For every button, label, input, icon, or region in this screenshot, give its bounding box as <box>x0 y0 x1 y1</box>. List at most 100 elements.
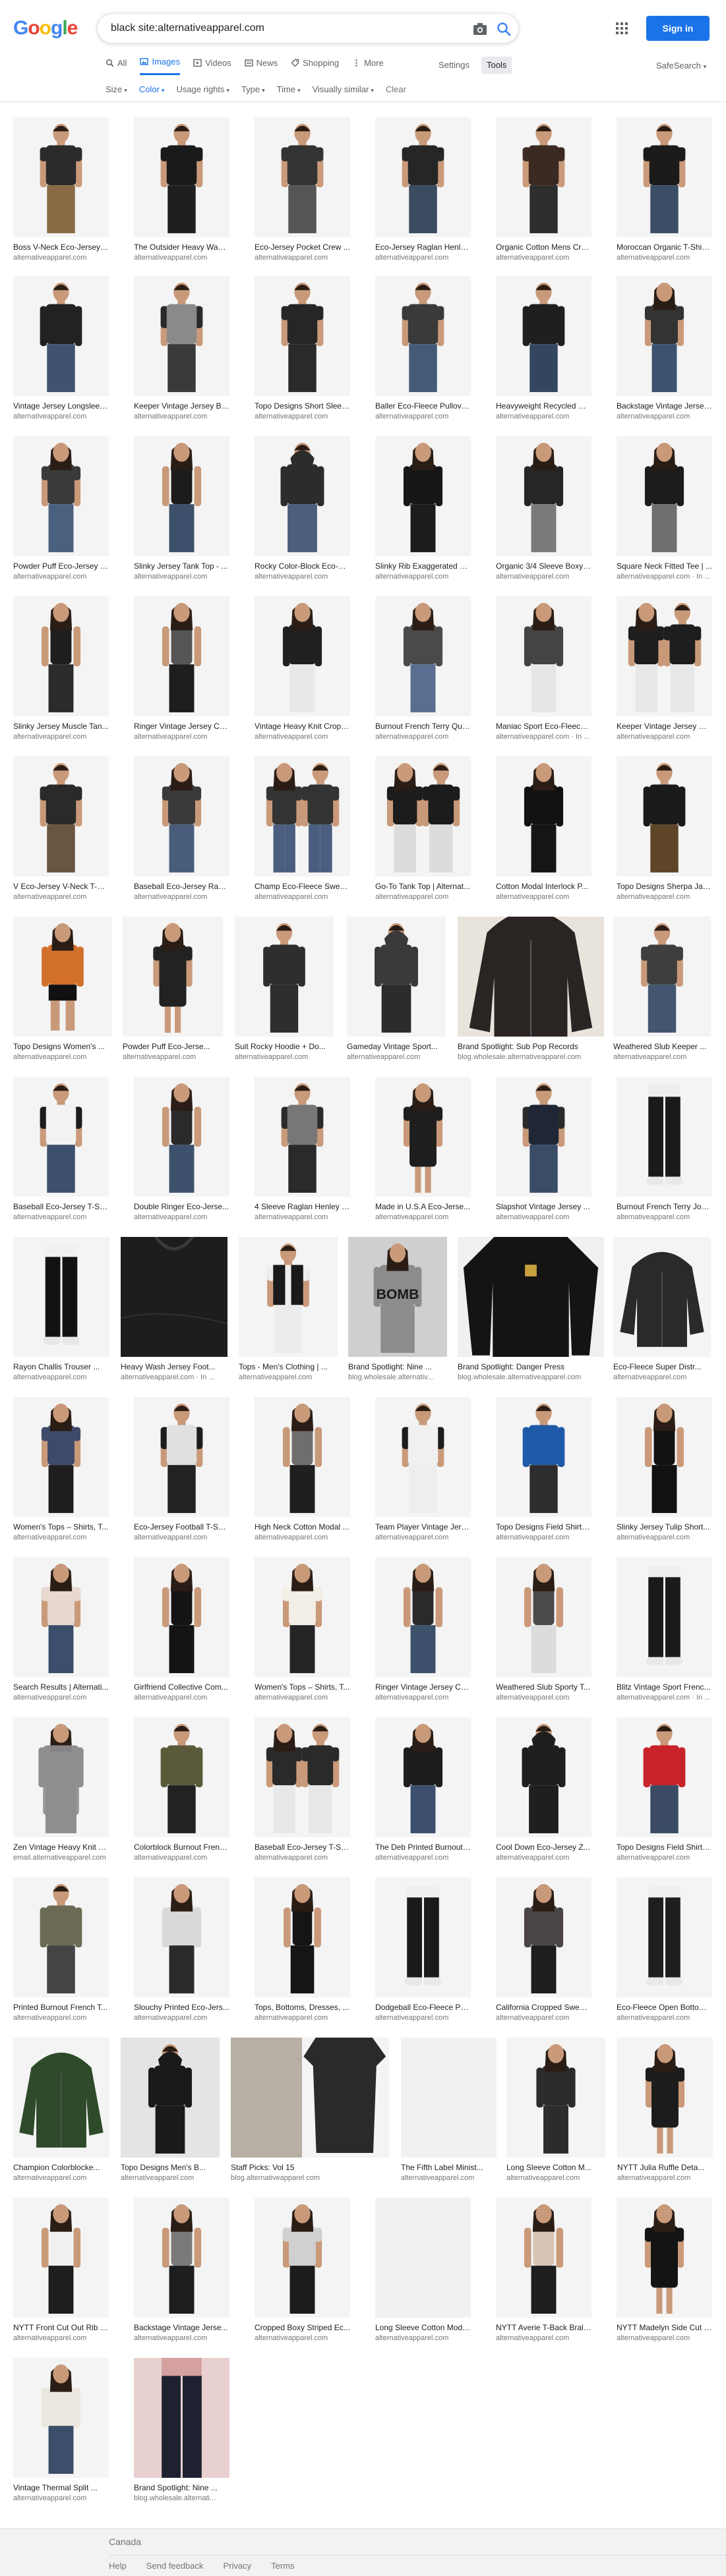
tab-shopping[interactable]: Shopping <box>291 55 339 75</box>
search-input[interactable]: black site:alternativeapparel.com <box>111 22 264 34</box>
google-logo[interactable]: Google <box>13 17 78 40</box>
image-title-link[interactable]: Baseball Eco-Jersey T-Sh... <box>13 1202 109 1211</box>
image-thumbnail[interactable] <box>134 1397 229 1517</box>
image-result[interactable]: Topo Designs Short Sleev... alternativeap… <box>255 276 350 426</box>
image-title-link[interactable]: Dodgeball Eco-Fleece Pa... <box>375 2003 471 2012</box>
image-title-link[interactable]: Baseball Eco-Jersey T-Sh... <box>255 1843 350 1852</box>
image-result[interactable]: Organic Cotton Mens Cre... alternativeapp… <box>496 117 591 268</box>
camera-icon[interactable] <box>472 22 488 36</box>
image-title-link[interactable]: Backstage Vintage Jerse... <box>134 2323 229 2332</box>
image-title-link[interactable]: Women's Tops – Shirts, T... <box>13 1522 109 1531</box>
image-title-link[interactable]: Vintage Heavy Knit Cropp... <box>255 722 350 731</box>
image-title-link[interactable]: Topo Designs Short Sleev... <box>255 401 350 411</box>
image-title-link[interactable]: Eco-Jersey Football T-Shi... <box>134 1522 229 1531</box>
image-thumbnail[interactable] <box>375 1877 471 1997</box>
image-title-link[interactable]: Boss V-Neck Eco-Jersey ... <box>13 243 109 252</box>
image-result[interactable]: Square Neck Fitted Tee | ... alternativea… <box>617 436 712 587</box>
image-title-link[interactable]: Zen Vintage Heavy Knit W... <box>13 1843 109 1852</box>
image-thumbnail[interactable] <box>123 917 223 1037</box>
image-thumbnail[interactable] <box>255 596 350 716</box>
image-thumbnail[interactable] <box>255 276 350 396</box>
image-result[interactable]: Long Sleeve Cotton Moda... alternativeapp… <box>375 2198 471 2348</box>
image-thumbnail[interactable] <box>13 2198 109 2318</box>
image-thumbnail[interactable] <box>13 596 109 716</box>
image-result[interactable]: Ringer Vintage Jersey Ca... alternativeap… <box>134 596 229 747</box>
image-result[interactable]: Slapshot Vintage Jersey ... alternativeap… <box>496 1077 591 1227</box>
tab-videos[interactable]: Videos <box>193 55 231 75</box>
safesearch-toggle[interactable]: SafeSearch ▾ <box>656 61 706 71</box>
image-title-link[interactable]: Topo Designs Women's ... <box>13 1042 112 1051</box>
image-thumbnail[interactable] <box>375 1397 471 1517</box>
image-title-link[interactable]: Brand Spotlight: Danger Press <box>458 1362 604 1371</box>
image-result[interactable]: Powder Puff Eco-Jersey T... alternativeap… <box>13 436 109 587</box>
image-title-link[interactable]: Champ Eco-Fleece Sweat... <box>255 882 350 891</box>
image-thumbnail[interactable] <box>401 2038 497 2158</box>
tab-all[interactable]: All <box>106 55 127 75</box>
image-title-link[interactable]: Slinky Jersey Tank Top - ... <box>134 561 229 571</box>
image-thumbnail[interactable] <box>231 2038 389 2158</box>
image-title-link[interactable]: Eco-Fleece Super Distr... <box>613 1362 711 1371</box>
image-thumbnail[interactable] <box>613 1237 711 1357</box>
image-result[interactable]: BOMB Brand Spotlight: Nine ... blog.wholes… <box>348 1237 447 1387</box>
image-thumbnail[interactable] <box>121 1237 227 1357</box>
image-title-link[interactable]: Weathered Slub Sporty T... <box>496 1682 591 1692</box>
image-title-link[interactable]: Baller Eco-Fleece Pullove... <box>375 401 471 411</box>
image-thumbnail[interactable] <box>13 1397 109 1517</box>
image-result[interactable]: Cool Down Eco-Jersey Z... alternativeappa… <box>496 1717 591 1868</box>
image-thumbnail[interactable] <box>134 1717 229 1837</box>
image-thumbnail[interactable] <box>239 1237 338 1357</box>
image-result[interactable]: Ringer Vintage Jersey Ca... alternativeap… <box>375 1557 471 1707</box>
image-thumbnail[interactable] <box>375 436 471 556</box>
image-thumbnail[interactable] <box>134 757 229 876</box>
image-title-link[interactable]: Brand Spotlight: Nine ... <box>348 1362 447 1371</box>
image-title-link[interactable]: Staff Picks: Vol 15 <box>231 2163 389 2172</box>
image-title-link[interactable]: NYTT Averie T-Back Brale... <box>496 2323 591 2332</box>
image-thumbnail[interactable] <box>255 1397 350 1517</box>
image-title-link[interactable]: Vintage Thermal Split ... <box>13 2483 109 2492</box>
image-result[interactable]: Weathered Slub Keeper ... alternativeappa… <box>613 917 711 1067</box>
image-thumbnail[interactable] <box>13 1717 109 1837</box>
filter-type[interactable]: Type ▾ <box>241 84 265 94</box>
image-title-link[interactable]: Heavy Wash Jersey Foot... <box>121 1362 227 1371</box>
image-result[interactable]: Girlfriend Collective Com... alternativea… <box>134 1557 229 1707</box>
image-title-link[interactable]: Ringer Vintage Jersey Ca... <box>375 1682 471 1692</box>
image-thumbnail[interactable] <box>375 596 471 716</box>
sign-in-button[interactable]: Sign in <box>646 16 710 41</box>
image-result[interactable]: Organic 3/4 Sleeve Boxy ... alternativeap… <box>496 436 591 587</box>
image-title-link[interactable]: Slouchy Printed Eco-Jers... <box>134 2003 229 2012</box>
filter-visually-similar[interactable]: Visually similar ▾ <box>313 84 374 94</box>
image-thumbnail[interactable] <box>496 2198 591 2318</box>
image-thumbnail[interactable] <box>121 2038 220 2158</box>
image-title-link[interactable]: Rayon Challis Trouser ... <box>13 1362 109 1371</box>
image-result[interactable]: Search Results | Alternati... alternative… <box>13 1557 109 1707</box>
image-title-link[interactable]: Printed Burnout French T... <box>13 2003 109 2012</box>
image-result[interactable]: Burnout French Terry Jog... alternativeap… <box>617 1077 712 1227</box>
image-result[interactable]: California Cropped Sweat... alternativeap… <box>496 1877 591 2028</box>
image-title-link[interactable]: Double Ringer Eco-Jerse... <box>134 1202 229 1211</box>
image-thumbnail[interactable] <box>255 757 350 876</box>
image-result[interactable]: Go-To Tank Top | Alternat... alternativea… <box>375 757 471 907</box>
image-result[interactable]: Eco-Jersey Football T-Shi... alternativea… <box>134 1397 229 1547</box>
image-title-link[interactable]: V Eco-Jersey V-Neck T-S... <box>13 882 109 891</box>
image-thumbnail[interactable] <box>255 1557 350 1677</box>
image-title-link[interactable]: Brand Spotlight: Sub Pop Records <box>458 1042 604 1051</box>
image-thumbnail[interactable] <box>13 436 109 556</box>
image-result[interactable]: Brand Spotlight: Nine ... blog.wholesale.… <box>134 2358 229 2508</box>
image-title-link[interactable]: Moroccan Organic T-Shirt... <box>617 243 712 252</box>
image-title-link[interactable]: 4 Sleeve Raglan Henley S... <box>255 1202 350 1211</box>
image-result[interactable]: Keeper Vintage Jersey Ba... alternativeap… <box>134 276 229 426</box>
image-result[interactable]: Topo Designs Women's ... alternativeappar… <box>13 917 112 1067</box>
image-title-link[interactable]: Slapshot Vintage Jersey ... <box>496 1202 591 1211</box>
image-thumbnail[interactable] <box>496 1877 591 1997</box>
image-result[interactable]: Topo Designs Field Shirt |... alternative… <box>617 1717 712 1868</box>
image-result[interactable]: Eco-Fleece Open Bottom ... alternativeapp… <box>617 1877 712 2028</box>
image-thumbnail[interactable] <box>134 117 229 237</box>
image-result[interactable]: Slinky Jersey Tank Top - ... alternativea… <box>134 436 229 587</box>
image-thumbnail[interactable] <box>13 757 109 876</box>
image-result[interactable]: Heavyweight Recycled Co... alternativeapp… <box>496 276 591 426</box>
image-title-link[interactable]: Topo Designs Sherpa Jac... <box>617 882 712 891</box>
image-thumbnail[interactable] <box>496 436 591 556</box>
image-thumbnail[interactable] <box>347 917 446 1037</box>
image-thumbnail[interactable] <box>496 1557 591 1677</box>
image-title-link[interactable]: Baseball Eco-Jersey Ragl... <box>134 882 229 891</box>
